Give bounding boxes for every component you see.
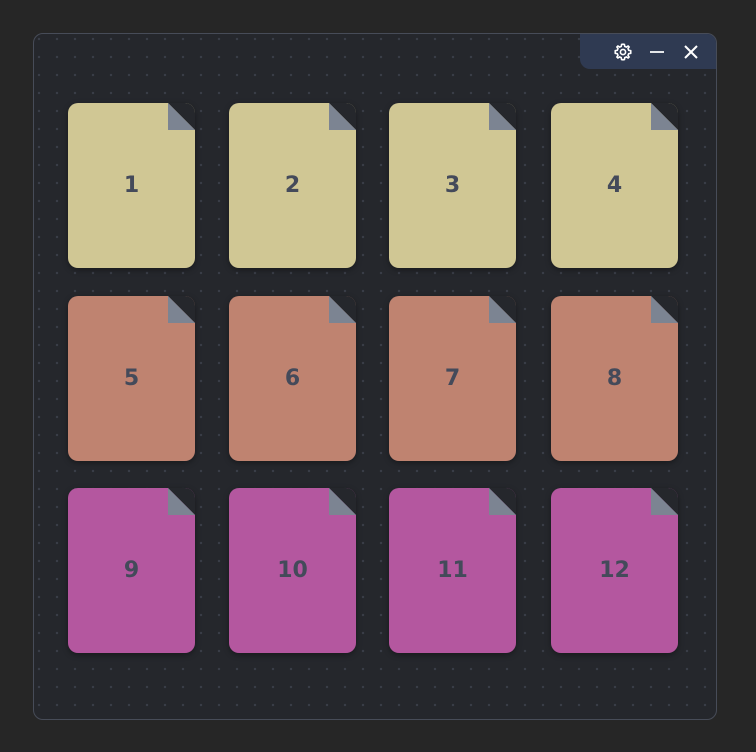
file-tile-12[interactable]: 12	[551, 488, 678, 653]
window-controls	[580, 34, 716, 69]
close-icon	[682, 43, 700, 61]
file-tile-8[interactable]: 8	[551, 296, 678, 461]
settings-button[interactable]	[606, 35, 640, 69]
file-number: 1	[123, 173, 140, 198]
file-number: 12	[599, 558, 630, 583]
close-button[interactable]	[674, 35, 708, 69]
file-number: 6	[284, 366, 301, 391]
file-tile-4[interactable]: 4	[551, 103, 678, 268]
file-number: 11	[437, 558, 468, 583]
app-window: 1 2 3 4 5 6 7 8 9 10 11 12	[33, 33, 717, 720]
file-tile-5[interactable]: 5	[68, 296, 195, 461]
file-tile-2[interactable]: 2	[229, 103, 356, 268]
file-number: 7	[444, 366, 461, 391]
file-tile-6[interactable]: 6	[229, 296, 356, 461]
file-tile-3[interactable]: 3	[389, 103, 516, 268]
minimize-icon	[648, 43, 666, 61]
file-number: 2	[284, 173, 301, 198]
file-number: 5	[123, 366, 140, 391]
file-number: 10	[277, 558, 308, 583]
file-tile-9[interactable]: 9	[68, 488, 195, 653]
file-tile-10[interactable]: 10	[229, 488, 356, 653]
file-number: 3	[444, 173, 461, 198]
file-grid: 1 2 3 4 5 6 7 8 9 10 11 12	[68, 103, 678, 654]
file-number: 9	[123, 558, 140, 583]
file-number: 4	[606, 173, 623, 198]
file-number: 8	[606, 366, 623, 391]
minimize-button[interactable]	[640, 35, 674, 69]
file-tile-1[interactable]: 1	[68, 103, 195, 268]
file-tile-11[interactable]: 11	[389, 488, 516, 653]
file-tile-7[interactable]: 7	[389, 296, 516, 461]
gear-icon	[613, 42, 633, 62]
